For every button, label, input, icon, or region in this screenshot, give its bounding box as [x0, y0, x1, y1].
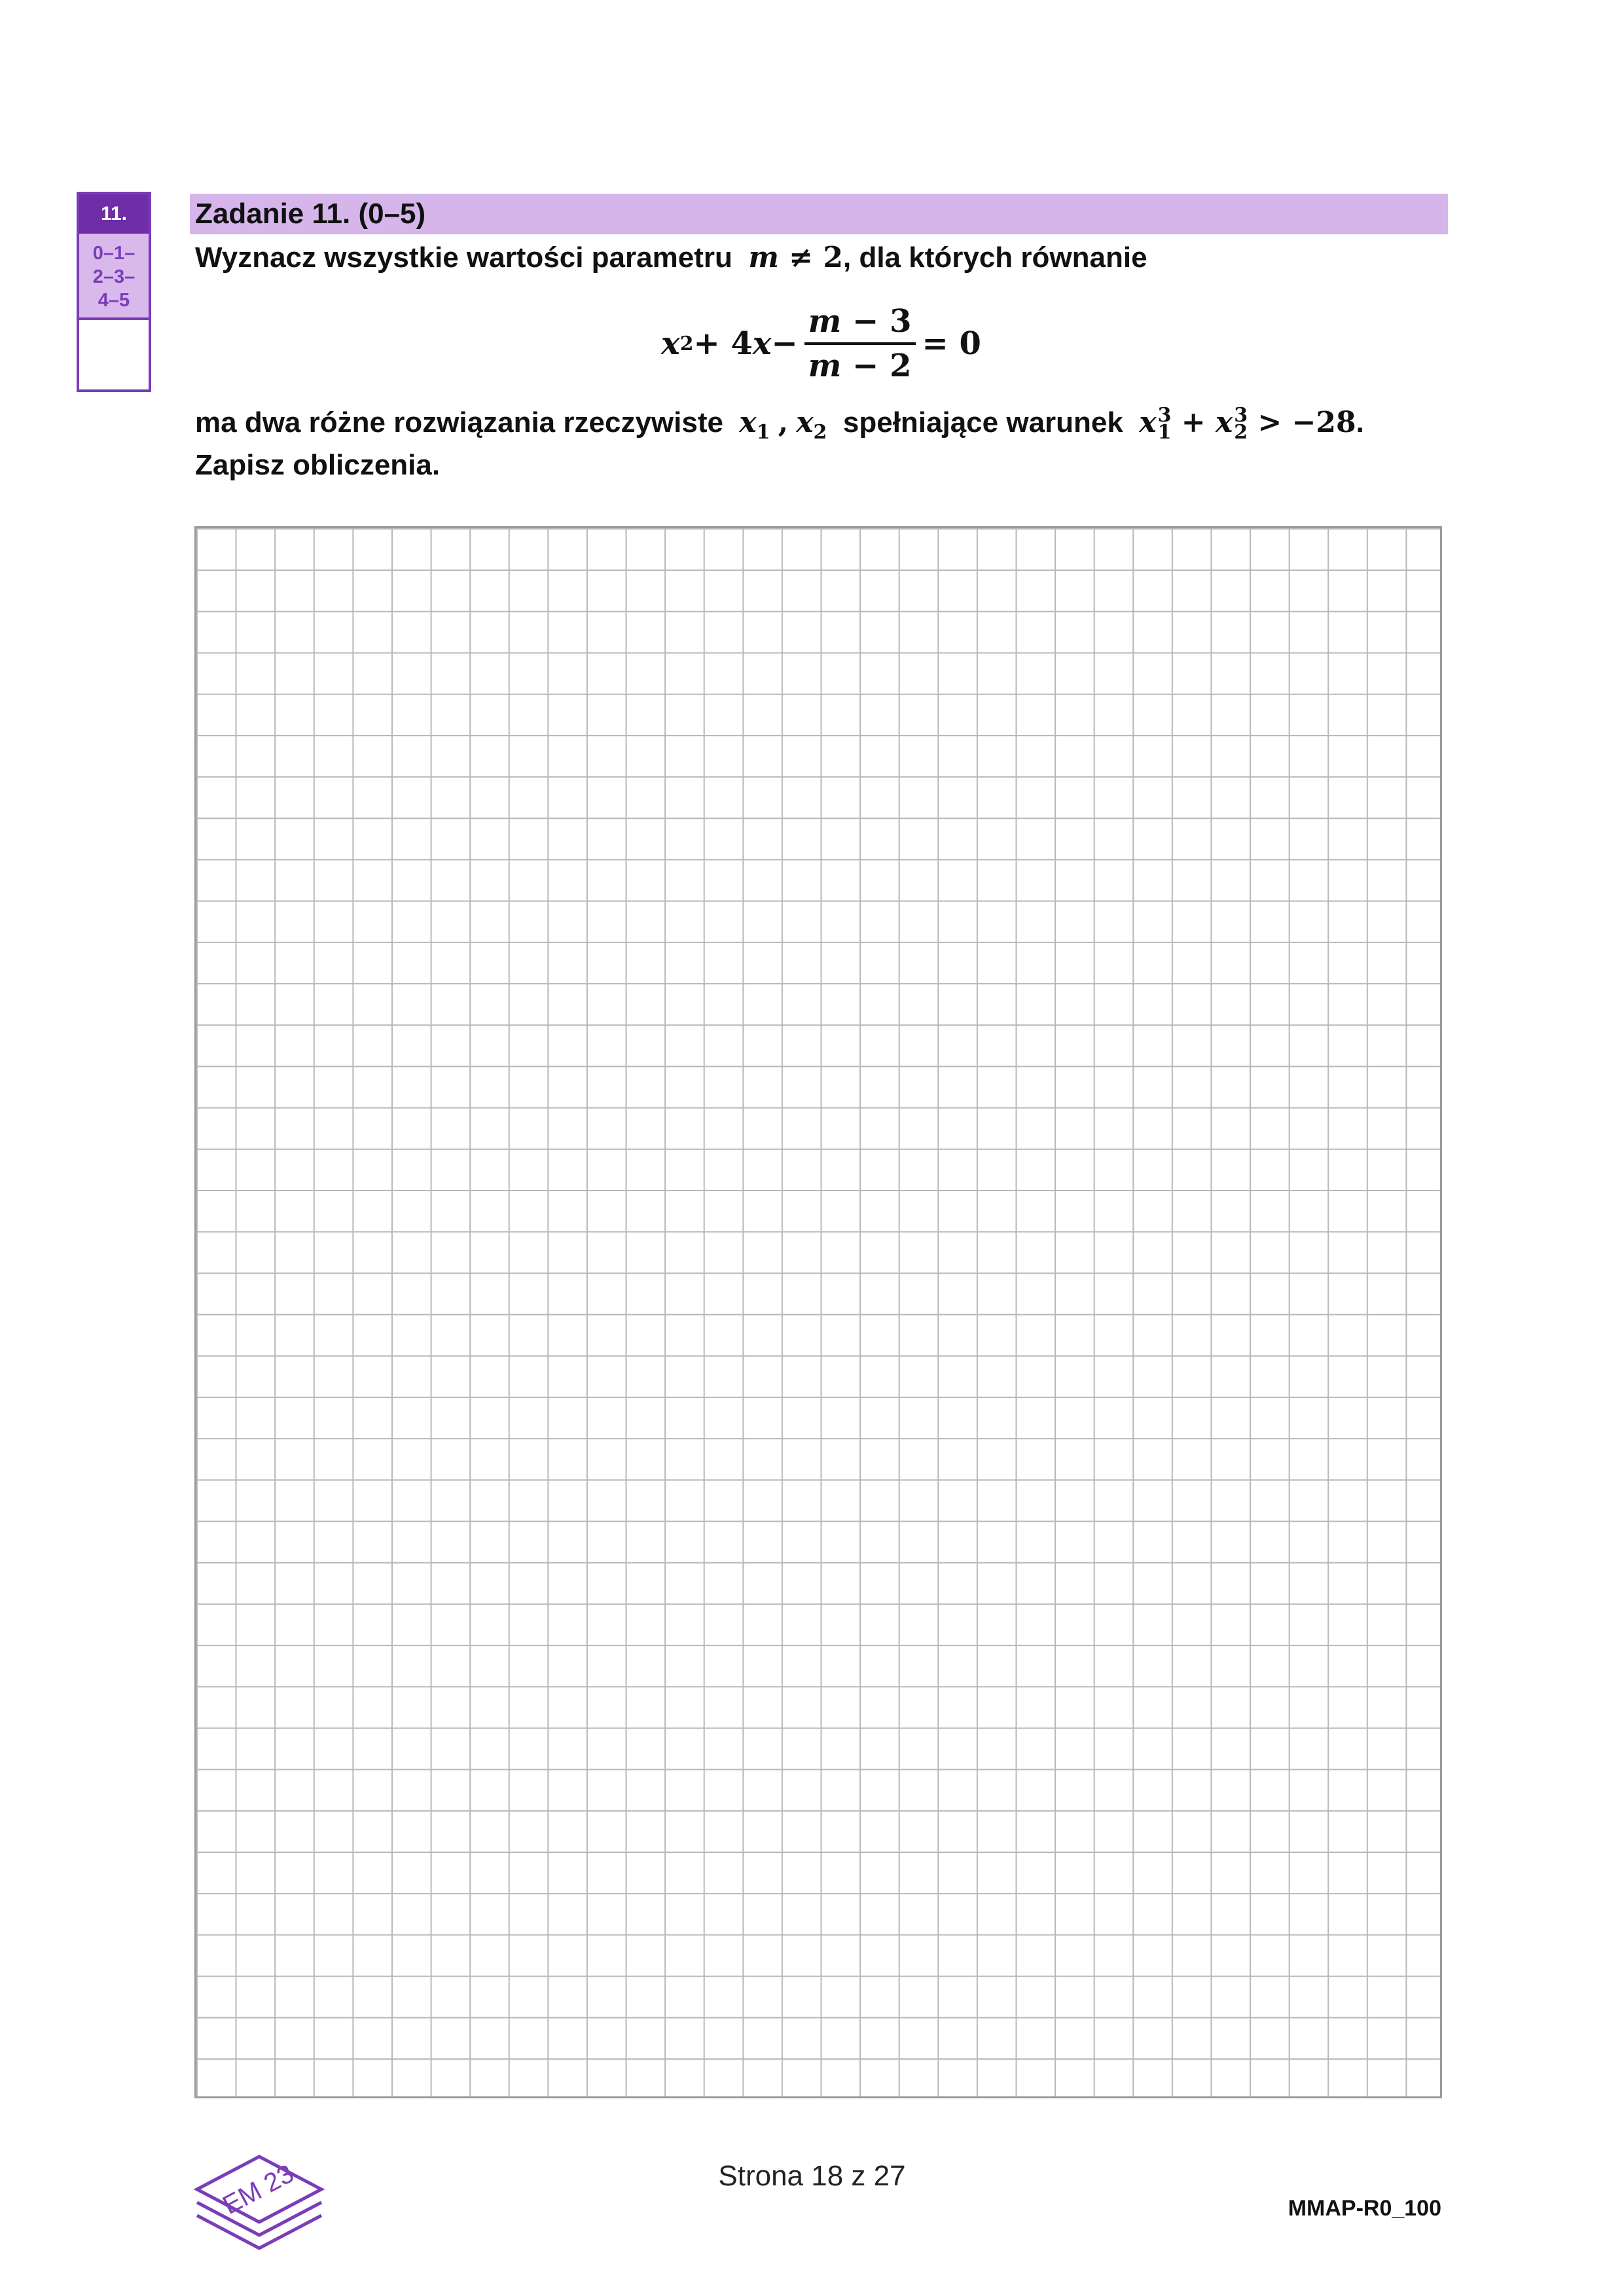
- fraction: m − 3 m − 2: [804, 303, 916, 384]
- task-instruction-line2: ma dwa różne rozwiązania rzeczywiste x1 …: [195, 404, 1364, 444]
- answer-grid[interactable]: [194, 526, 1442, 2098]
- task-instruction-line3: Zapisz obliczenia.: [195, 449, 441, 481]
- score-range-line: 2–3–: [92, 266, 135, 287]
- task-instruction-line1: Wyznacz wszystkie wartości parametru m ≠…: [195, 241, 1147, 274]
- score-range: 0–1– 2–3– 4–5: [79, 234, 149, 320]
- exam-code: MMAP-R0_100: [1288, 2196, 1441, 2221]
- score-box: 11. 0–1– 2–3– 4–5: [77, 192, 151, 392]
- score-range-line: 4–5: [98, 290, 130, 311]
- score-entry-field[interactable]: [79, 320, 149, 387]
- equation: x2 + 4x − m − 3 m − 2 = 0: [661, 303, 981, 384]
- page-number: Strona 18 z 27: [718, 2160, 906, 2192]
- task-number: 11.: [79, 194, 149, 234]
- task-header: Zadanie 11. (0–5): [190, 194, 1448, 234]
- score-range-line: 0–1–: [92, 243, 135, 264]
